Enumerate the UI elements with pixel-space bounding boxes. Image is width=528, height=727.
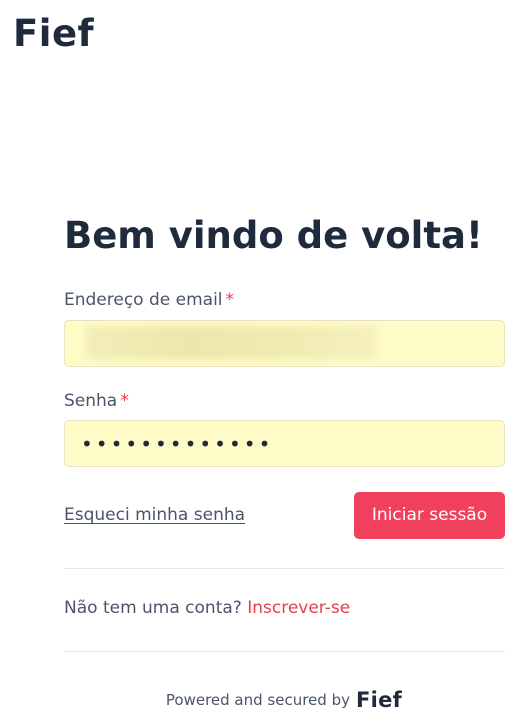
footer: Powered and secured by Fief bbox=[0, 688, 528, 712]
password-required-mark: * bbox=[120, 390, 129, 411]
signup-link[interactable]: Inscrever-se bbox=[247, 598, 350, 618]
signup-row: Não tem uma conta? Inscrever-se bbox=[64, 598, 506, 618]
email-required-mark: * bbox=[225, 290, 235, 311]
forgot-password-link[interactable]: Esqueci minha senha bbox=[64, 505, 245, 525]
password-label-text: Senha bbox=[64, 390, 118, 411]
footer-fief-logo[interactable]: Fief bbox=[356, 688, 402, 712]
fief-logo: Fief bbox=[13, 12, 95, 55]
divider bbox=[64, 568, 505, 570]
login-form-container: Bem vindo de volta! Endereço de email * S… bbox=[64, 214, 506, 652]
login-button[interactable]: Iniciar sessão bbox=[354, 491, 505, 539]
email-field-wrapper bbox=[64, 319, 506, 367]
email-input[interactable] bbox=[64, 319, 505, 367]
password-input[interactable] bbox=[64, 420, 505, 468]
login-page: Fief Bem vindo de volta! Endereço de ema… bbox=[0, 0, 528, 727]
form-actions: Esqueci minha senha Iniciar sessão bbox=[64, 491, 505, 539]
login-form: Endereço de email* Senha* Esqueci minha … bbox=[64, 290, 506, 539]
email-label: Endereço de email * bbox=[64, 290, 506, 310]
signup-prompt: Não tem uma conta? bbox=[64, 598, 242, 619]
powered-by-text: Powered and secured by bbox=[165, 691, 350, 709]
divider bbox=[64, 650, 505, 652]
email-label-text: Endereço de email bbox=[64, 290, 223, 311]
page-title: Bem vindo de volta! bbox=[64, 214, 483, 257]
password-label: Senha * bbox=[64, 391, 506, 411]
